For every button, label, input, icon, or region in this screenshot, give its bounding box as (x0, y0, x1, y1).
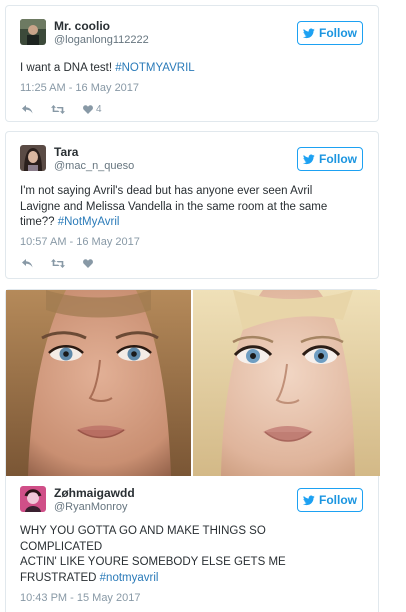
heart-icon (83, 104, 93, 114)
media-photo-right[interactable] (193, 290, 380, 476)
avatar-pink-icon (20, 486, 46, 512)
user-names: Mr. coolio @loganlong112222 (54, 19, 149, 47)
user-names: Zøhmaigawdd @RyanMonroy (54, 486, 135, 514)
tweet-text: I'm not saying Avril's dead but has anyo… (20, 184, 364, 231)
heart-icon (83, 258, 93, 268)
reply-button[interactable] (22, 258, 33, 268)
tweet-actions (22, 256, 111, 270)
like-button[interactable]: 4 (83, 104, 102, 115)
tweet-actions: 4 (22, 102, 120, 116)
tweet-card: Zøhmaigawdd @RyanMonroy Follow WHY YOU G… (5, 289, 380, 612)
retweet-button[interactable] (51, 104, 65, 114)
hashtag-link[interactable]: #NOTMYAVRIL (115, 62, 194, 74)
avatar-woman-icon (20, 145, 46, 171)
user-handle[interactable]: @loganlong112222 (54, 33, 149, 47)
tweet-card: Mr. coolio @loganlong112222 Follow I wan… (5, 5, 379, 122)
user-handle[interactable]: @mac_n_queso (54, 159, 134, 173)
face-photo-image (193, 290, 380, 476)
tweet-header: Tara @mac_n_queso Follow (20, 145, 364, 179)
media-photo-left[interactable] (6, 290, 191, 476)
avatar-man-icon (20, 19, 46, 45)
media-grid (6, 290, 380, 476)
display-name[interactable]: Mr. coolio (54, 19, 149, 33)
follow-button[interactable]: Follow (297, 21, 363, 45)
tweet-text-line: time?? (20, 216, 58, 228)
tweet-text-line: COMPLICATED (20, 540, 103, 553)
timestamp[interactable]: 10:43 PM - 15 May 2017 (20, 592, 140, 604)
tweet-text-line: WHY YOU GOTTA GO AND MAKE THINGS SO (20, 525, 266, 537)
tweet-header: Zøhmaigawdd @RyanMonroy Follow (20, 486, 364, 520)
face-photo-image (6, 290, 191, 476)
follow-label: Follow (319, 493, 357, 507)
like-button[interactable] (83, 258, 93, 268)
tweet-text-body: I want a DNA test! (20, 62, 116, 74)
retweet-button[interactable] (51, 258, 65, 268)
user-names: Tara @mac_n_queso (54, 145, 134, 173)
reply-icon (22, 258, 33, 267)
follow-button[interactable]: Follow (297, 147, 363, 171)
twitter-bird-icon (303, 154, 315, 164)
retweet-icon (51, 104, 65, 114)
reply-button[interactable] (22, 104, 33, 114)
tweet-text: WHY YOU GOTTA GO AND MAKE THINGS SO COMP… (20, 524, 364, 586)
tweet-text: I want a DNA test! #NOTMYAVRIL (20, 61, 364, 77)
tweet-text-line: ACTIN' LIKE YOURE SOMEBODY ELSE GETS ME (20, 556, 286, 568)
retweet-icon (51, 258, 65, 268)
twitter-bird-icon (303, 495, 315, 505)
avatar[interactable] (20, 19, 46, 45)
timestamp[interactable]: 11:25 AM - 16 May 2017 (20, 82, 139, 94)
like-count: 4 (96, 103, 102, 115)
display-name[interactable]: Tara (54, 145, 134, 159)
hashtag-link[interactable]: #notmyavril (100, 572, 159, 584)
tweet-text-line: Lavigne and Melissa Vandella in the same… (20, 200, 328, 213)
timestamp[interactable]: 10:57 AM - 16 May 2017 (20, 236, 140, 248)
user-handle[interactable]: @RyanMonroy (54, 500, 135, 514)
tweet-card: Tara @mac_n_queso Follow I'm not saying … (5, 131, 379, 279)
tweet-text-line: I'm not saying Avril's dead but has anyo… (20, 185, 313, 197)
avatar[interactable] (20, 486, 46, 512)
reply-icon (22, 104, 33, 113)
display-name[interactable]: Zøhmaigawdd (54, 486, 135, 500)
follow-button[interactable]: Follow (297, 488, 363, 512)
tweet-text-line: FRUSTRATED (20, 571, 100, 584)
follow-label: Follow (319, 152, 357, 166)
hashtag-link[interactable]: #NotMyAvril (58, 216, 120, 228)
twitter-bird-icon (303, 28, 315, 38)
follow-label: Follow (319, 26, 357, 40)
tweet-header: Mr. coolio @loganlong112222 Follow (20, 19, 364, 53)
avatar[interactable] (20, 145, 46, 171)
